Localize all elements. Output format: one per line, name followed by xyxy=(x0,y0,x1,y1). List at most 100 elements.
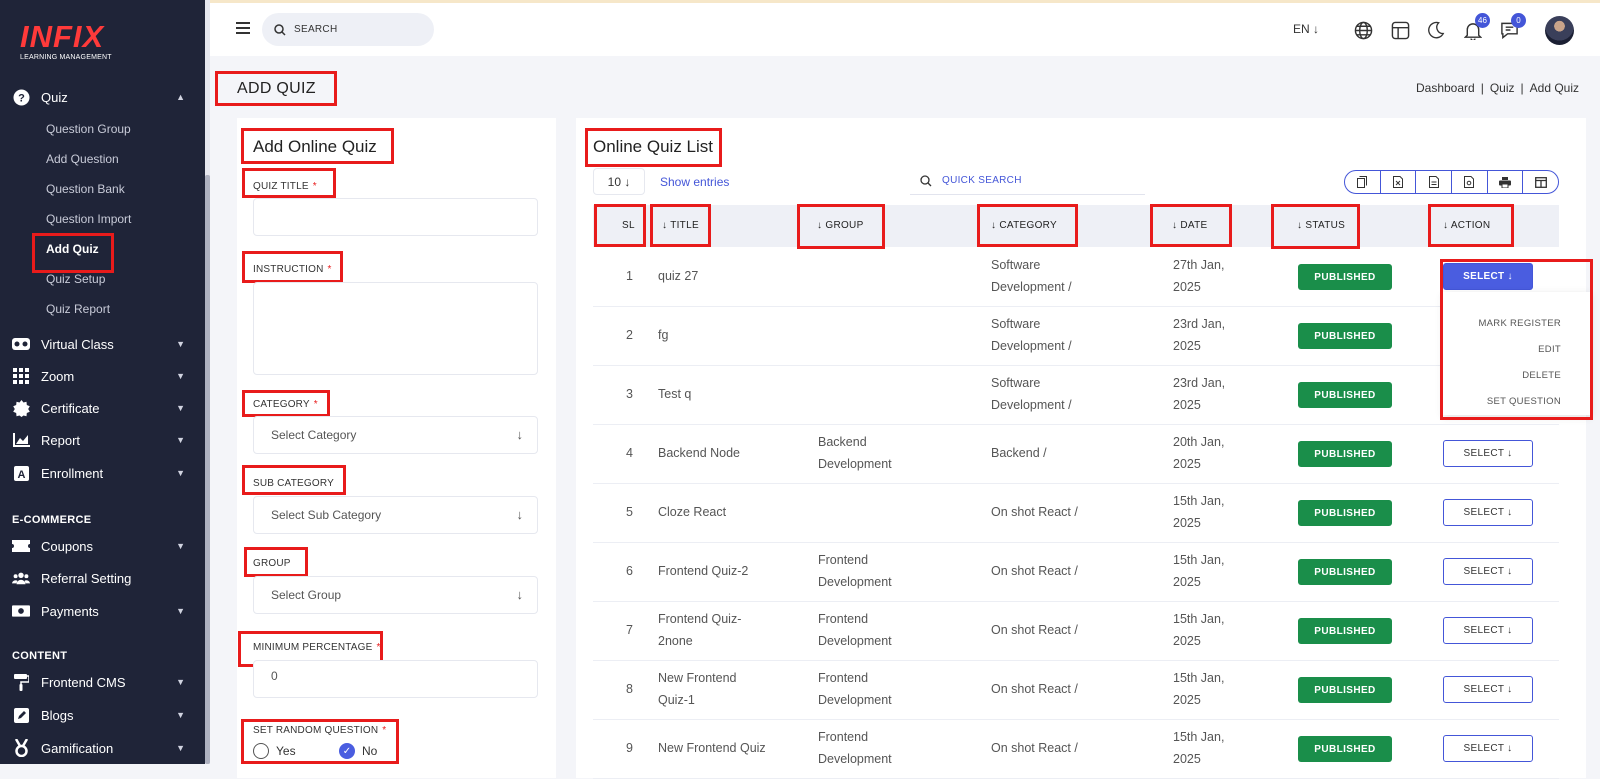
sidebar-item-referral-setting[interactable]: Referral Setting xyxy=(0,565,205,591)
search-bar[interactable]: SEARCH xyxy=(262,13,434,46)
cell-category: On shot React / xyxy=(991,549,1078,593)
print-icon[interactable] xyxy=(1488,171,1524,193)
status-badge: PUBLISHED xyxy=(1298,677,1392,703)
sub-category-select[interactable]: Select Sub Category ↓ xyxy=(253,496,538,534)
arrow-down-icon: ↓ xyxy=(516,587,524,602)
quick-search-input[interactable]: QUICK SEARCH xyxy=(910,167,1145,195)
date-line: 23rd Jan, xyxy=(1173,317,1226,331)
cell-category: On shot React / xyxy=(991,490,1078,534)
layout-icon[interactable] xyxy=(1389,19,1411,41)
status-badge: PUBLISHED xyxy=(1298,500,1392,526)
select-value: Select Sub Category xyxy=(271,508,382,522)
sidebar-item-zoom[interactable]: Zoom ▼ xyxy=(0,363,205,389)
group-line: Development xyxy=(818,693,892,707)
dark-mode-moon-icon[interactable] xyxy=(1425,19,1447,41)
globe-icon[interactable] xyxy=(1352,19,1374,41)
sidebar-item-virtual-class[interactable]: Virtual Class ▼ xyxy=(0,331,205,357)
date-line: 2025 xyxy=(1173,457,1201,471)
random-no-radio[interactable]: ✓ No xyxy=(339,743,377,759)
notification-badge: 46 xyxy=(1475,13,1490,28)
cell-category: Software Development / xyxy=(991,313,1072,357)
topbar: SEARCH EN ↓ 46 0 xyxy=(210,0,1600,56)
sidebar-sub-quiz-report[interactable]: Quiz Report xyxy=(46,302,110,316)
brand-logo[interactable]: INFIX LEARNING MANAGEMENT xyxy=(20,21,112,61)
highlight-quiz-title xyxy=(242,168,336,198)
action-select-button[interactable]: SELECT ↓ xyxy=(1443,676,1533,703)
sidebar-item-enrollment[interactable]: A Enrollment ▼ xyxy=(0,460,205,486)
radio-label: Yes xyxy=(276,744,296,758)
sidebar-item-label: Zoom xyxy=(41,368,75,384)
sidebar-item-quiz[interactable]: ? Quiz ▲ xyxy=(0,84,205,110)
instruction-textarea[interactable] xyxy=(253,282,538,375)
cell-sl: 9 xyxy=(626,741,633,755)
enrollment-icon: A xyxy=(12,464,30,482)
search-input[interactable]: SEARCH xyxy=(294,24,337,35)
chevron-down-icon: ▼ xyxy=(176,541,185,551)
sidebar-item-coupons[interactable]: Coupons ▼ xyxy=(0,533,205,559)
action-select-button[interactable]: SELECT ↓ xyxy=(1443,617,1533,644)
sidebar-item-label: Virtual Class xyxy=(41,336,114,352)
sidebar-item-blogs[interactable]: Blogs ▼ xyxy=(0,702,205,728)
excel-icon[interactable] xyxy=(1381,171,1417,193)
avatar[interactable] xyxy=(1545,16,1574,45)
vr-icon xyxy=(12,335,30,353)
action-select-button[interactable]: SELECT ↓ xyxy=(1443,440,1533,467)
date-line: 15th Jan, xyxy=(1173,553,1225,567)
group-line: Development xyxy=(818,752,892,766)
sidebar-item-report[interactable]: Report ▼ xyxy=(0,427,205,453)
sidebar-item-certificate[interactable]: Certificate ▼ xyxy=(0,395,205,421)
csv-icon[interactable] xyxy=(1416,171,1453,193)
category-line: Development / xyxy=(991,280,1072,294)
quick-search-placeholder: QUICK SEARCH xyxy=(942,175,1022,186)
cell-title: fg xyxy=(658,313,768,357)
action-select-button[interactable]: SELECT ↓ xyxy=(1443,558,1533,585)
sidebar-item-gamification[interactable]: Gamification ▼ xyxy=(0,735,205,761)
cell-sl: 8 xyxy=(626,682,633,696)
random-yes-radio[interactable]: Yes xyxy=(253,743,296,759)
action-select-button[interactable]: SELECT ↓ xyxy=(1443,499,1533,526)
per-page-select[interactable]: 10 ↓ xyxy=(593,168,645,195)
date-line: 15th Jan, xyxy=(1173,730,1225,744)
pen-icon xyxy=(12,706,30,724)
sidebar-item-payments[interactable]: Payments ▼ xyxy=(0,598,205,624)
highlight-sub-category xyxy=(242,465,346,495)
hamburger-menu-icon[interactable] xyxy=(236,22,250,34)
group-select[interactable]: Select Group ↓ xyxy=(253,576,538,614)
breadcrumb-dashboard[interactable]: Dashboard xyxy=(1416,81,1475,95)
cell-sl: 1 xyxy=(626,269,633,283)
copy-icon[interactable] xyxy=(1345,171,1381,193)
language-selector[interactable]: EN ↓ xyxy=(1293,22,1319,36)
cell-date: 27th Jan, 2025 xyxy=(1173,254,1224,298)
pdf-icon[interactable] xyxy=(1452,171,1488,193)
sidebar-item-frontend-cms[interactable]: Frontend CMS ▼ xyxy=(0,669,205,695)
columns-icon[interactable] xyxy=(1523,171,1558,193)
search-icon xyxy=(920,174,932,186)
minimum-percentage-input[interactable]: 0 xyxy=(253,660,538,698)
status-badge: PUBLISHED xyxy=(1298,559,1392,585)
cell-title: Cloze React xyxy=(658,490,768,534)
sidebar-sub-question-import[interactable]: Question Import xyxy=(46,212,131,226)
cell-group: Frontend Development xyxy=(818,608,892,652)
breadcrumb-quiz[interactable]: Quiz xyxy=(1490,81,1515,95)
logo-subtitle: LEARNING MANAGEMENT xyxy=(20,54,112,61)
chart-icon xyxy=(12,431,30,449)
notification-bell-icon[interactable]: 46 xyxy=(1462,13,1490,41)
sidebar-item-label: Enrollment xyxy=(41,465,104,481)
question-circle-icon: ? xyxy=(12,88,30,106)
sidebar-sub-question-group[interactable]: Question Group xyxy=(46,122,131,136)
svg-text:A: A xyxy=(17,469,25,481)
sidebar-sub-add-question[interactable]: Add Question xyxy=(46,152,119,166)
status-badge: PUBLISHED xyxy=(1298,441,1392,467)
quiz-title-input[interactable] xyxy=(253,198,538,236)
sidebar-item-label: Report xyxy=(41,432,81,448)
sidebar-sub-quiz-setup[interactable]: Quiz Setup xyxy=(46,272,105,286)
cell-date: 15th Jan, 2025 xyxy=(1173,726,1224,770)
sidebar-scrollbar-thumb[interactable] xyxy=(205,175,210,764)
sidebar-sub-question-bank[interactable]: Question Bank xyxy=(46,182,125,196)
category-select[interactable]: Select Category ↓ xyxy=(253,416,538,454)
radio-label: No xyxy=(362,744,378,758)
action-select-button[interactable]: SELECT ↓ xyxy=(1443,735,1533,762)
title-line: Cloze React xyxy=(658,505,727,519)
messages-icon[interactable]: 0 xyxy=(1498,13,1526,41)
status-badge: PUBLISHED xyxy=(1298,323,1392,349)
